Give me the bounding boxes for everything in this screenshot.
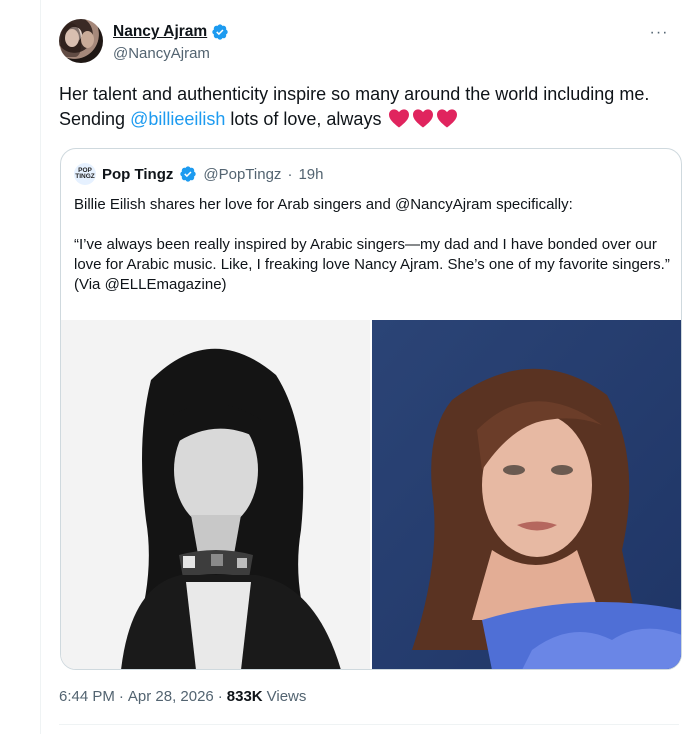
tweet-text: Her talent and authenticity inspire so m…	[59, 82, 674, 132]
separator-dot: ·	[118, 688, 124, 705]
photo-bw-portrait	[61, 320, 370, 669]
red-heart-icon	[437, 109, 458, 128]
quoted-tweet[interactable]: POP TINGZ Pop Tingz @PopTingz · 19h Bill…	[60, 148, 682, 670]
author-name-line: Nancy Ajram	[113, 22, 229, 42]
red-heart-icon	[389, 109, 410, 128]
post-time[interactable]: 6:44 PM	[59, 688, 115, 705]
photo-color-portrait	[372, 320, 681, 669]
views-label: Views	[266, 688, 307, 705]
heart-emojis	[388, 108, 458, 128]
photo-nancy-ajram[interactable]	[372, 320, 681, 669]
red-heart-icon	[413, 109, 434, 128]
author-display-name[interactable]: Nancy Ajram	[113, 23, 207, 41]
author-handle[interactable]: @NancyAjram	[113, 45, 210, 62]
avatar-face-left	[65, 29, 79, 47]
quoted-text-line2: “I’ve always been really inspired by Ara…	[74, 236, 670, 293]
avatar-face-right	[81, 31, 94, 48]
quoted-media-grid	[61, 320, 681, 669]
tweet-header: Nancy Ajram @NancyAjram ···	[59, 19, 679, 69]
tweet-footer: 6:44 PM · Apr 28, 2026 · 833K Views	[59, 688, 306, 705]
verified-badge-icon	[180, 166, 197, 182]
quoted-author-avatar[interactable]: POP TINGZ	[74, 163, 96, 185]
tweet[interactable]: Nancy Ajram @NancyAjram ··· Her talent a…	[40, 0, 690, 734]
quoted-text-line1: Billie Eilish shares her love for Arab s…	[74, 196, 573, 213]
photo-billie-eilish[interactable]	[61, 320, 370, 669]
footer-divider	[59, 724, 679, 725]
post-date[interactable]: Apr 28, 2026	[128, 688, 214, 705]
author-avatar[interactable]	[59, 19, 103, 63]
quoted-tweet-header: POP TINGZ Pop Tingz @PopTingz · 19h	[74, 163, 323, 185]
quoted-tweet-time[interactable]: 19h	[298, 166, 323, 183]
separator-dot: ·	[217, 688, 223, 705]
tweet-text-part2: lots of love, always	[225, 109, 382, 129]
quoted-author-handle[interactable]: @PopTingz	[203, 166, 281, 183]
quoted-tweet-text: Billie Eilish shares her love for Arab s…	[74, 195, 670, 295]
mention-link[interactable]: @billieeilish	[130, 109, 225, 129]
quoted-author-name[interactable]: Pop Tingz	[102, 166, 173, 183]
more-options-icon[interactable]: ···	[649, 23, 669, 43]
separator-dot: ·	[287, 165, 293, 183]
views-count[interactable]: 833K	[227, 688, 263, 705]
verified-badge-icon	[212, 24, 228, 40]
